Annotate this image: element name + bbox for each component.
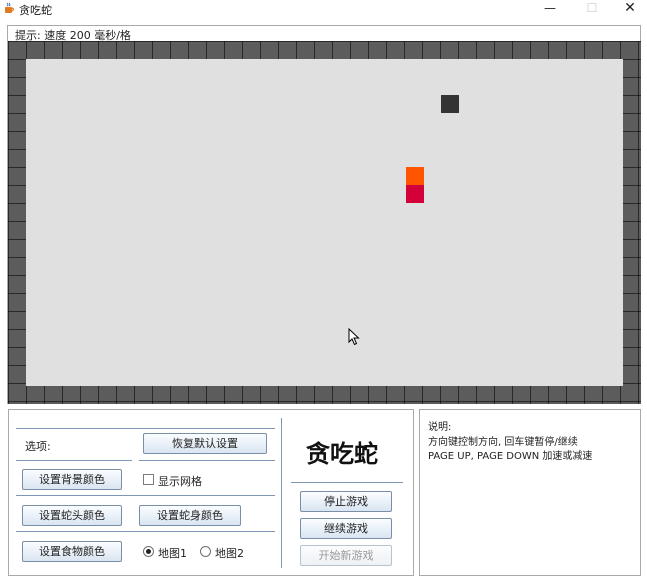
options-label: 选项: [25, 440, 51, 453]
map2-label: 地图2 [215, 547, 244, 560]
separator [16, 531, 275, 532]
map2-radio[interactable] [200, 546, 211, 557]
separator [139, 460, 275, 461]
set-background-color-button[interactable]: 设置背景颜色 [22, 469, 122, 490]
set-food-color-button[interactable]: 设置食物颜色 [22, 541, 122, 562]
instructions-line-1: 方向键控制方向, 回车键暂停/继续 [428, 437, 578, 448]
separator [281, 418, 282, 568]
options-panel: 选项: 恢复默认设置 设置背景颜色 显示网格 设置蛇头颜色 设置蛇身颜色 设置食… [8, 409, 414, 576]
map1-label: 地图1 [158, 547, 187, 560]
new-game-button[interactable]: 开始新游戏 [300, 545, 392, 566]
stop-game-button[interactable]: 停止游戏 [300, 491, 392, 512]
set-body-color-button[interactable]: 设置蛇身颜色 [139, 505, 241, 526]
mouse-cursor-icon [348, 328, 360, 346]
snake-body [406, 185, 424, 203]
set-head-color-button[interactable]: 设置蛇头颜色 [22, 505, 122, 526]
instructions-title: 说明: [428, 422, 452, 433]
snake-head [406, 167, 424, 185]
separator [16, 428, 275, 429]
close-button[interactable]: ✕ [615, 0, 645, 18]
food-block [441, 95, 459, 113]
show-grid-label: 显示网格 [158, 475, 202, 488]
reset-defaults-button[interactable]: 恢复默认设置 [143, 433, 267, 454]
continue-game-button[interactable]: 继续游戏 [300, 518, 392, 539]
game-title: 贪吃蛇 [306, 440, 378, 468]
separator [16, 495, 275, 496]
show-grid-checkbox[interactable] [143, 474, 154, 485]
board-play-area [26, 59, 623, 386]
window-title: 贪吃蛇 [19, 4, 52, 17]
java-cup-icon [5, 2, 15, 13]
maximize-button[interactable]: ☐ [577, 0, 607, 18]
separator [291, 482, 403, 483]
instructions-panel: 说明: 方向键控制方向, 回车键暂停/继续 PAGE UP, PAGE DOWN… [419, 409, 641, 576]
separator [16, 460, 132, 461]
map1-radio[interactable] [143, 546, 154, 557]
title-bar: 贪吃蛇 — ☐ ✕ [0, 0, 647, 18]
game-board[interactable] [8, 41, 641, 404]
instructions-line-2: PAGE UP, PAGE DOWN 加速或减速 [428, 451, 593, 462]
minimize-button[interactable]: — [535, 0, 565, 18]
